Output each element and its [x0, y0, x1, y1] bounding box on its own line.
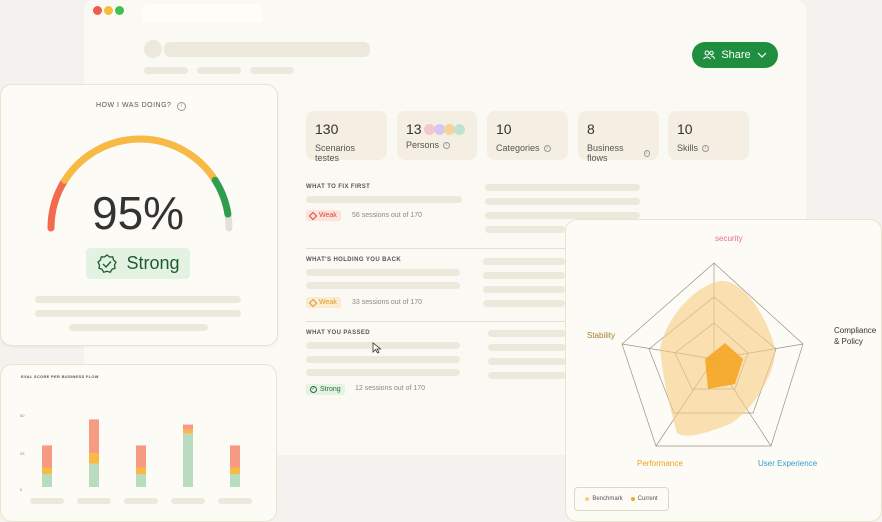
stat-label: Scenarios testes	[315, 143, 356, 163]
bar-segment	[136, 474, 146, 487]
text-placeholder	[306, 196, 462, 203]
text-placeholder	[483, 286, 565, 293]
radar-axis-label-user-experience: User Experience	[758, 459, 818, 468]
text-placeholder	[306, 282, 460, 289]
info-icon[interactable]: i	[643, 149, 650, 157]
text-placeholder	[488, 372, 566, 379]
legend-item-current: Current	[630, 496, 658, 502]
radar-chart	[621, 262, 804, 447]
bar-segment	[42, 474, 52, 487]
stat-card-skills[interactable]: 10 Skills i	[668, 111, 749, 160]
bar-segment	[89, 419, 99, 454]
info-icon[interactable]: i	[702, 144, 710, 152]
text-placeholder	[306, 356, 460, 363]
check-circle-icon: ✓	[310, 386, 317, 393]
radar-axis-label-performance: Performance	[637, 459, 683, 468]
share-button[interactable]: Share	[692, 42, 778, 68]
info-icon[interactable]: i	[443, 141, 451, 149]
stat-label: Categories i	[496, 143, 559, 153]
text-placeholder	[485, 198, 640, 205]
avatar	[433, 123, 445, 135]
sessions-count: 33 sessions out of 170	[352, 299, 423, 306]
x-label-placeholder	[218, 498, 252, 504]
bar-segment	[136, 445, 146, 468]
eval-bar-chart	[30, 419, 252, 504]
legend-item-benchmark: Benchmark	[585, 496, 623, 502]
text-placeholder	[488, 358, 566, 365]
bar-segment	[89, 463, 99, 487]
legend-swatch	[630, 497, 635, 501]
section-title-fix: WHAT TO FIX FIRST	[306, 184, 371, 190]
radar-axis-label-stability: Stability	[587, 331, 616, 340]
stat-value: 10	[677, 121, 693, 137]
bar-segment	[230, 474, 240, 487]
strong-badge: ✓ Strong	[306, 384, 345, 395]
bar-segment	[230, 467, 240, 474]
sessions-count: 12 sessions out of 170	[355, 385, 426, 392]
text-placeholder	[485, 226, 565, 233]
bar-segment	[183, 424, 193, 430]
legend-swatch	[585, 497, 590, 501]
text-placeholder	[483, 272, 565, 279]
stat-label: Skills i	[677, 143, 740, 153]
bar-segment	[230, 445, 240, 468]
stat-card-categories[interactable]: 10 Categories i	[487, 111, 568, 160]
radar-axis-label-compliance: Compliance & Policy	[834, 326, 877, 346]
warning-diamond-icon	[308, 298, 318, 307]
x-label-placeholder	[30, 498, 64, 504]
x-label-placeholder	[124, 498, 158, 504]
divider	[306, 248, 566, 249]
section-title-passed: WHAT YOU PASSED	[306, 330, 371, 336]
bar-segment	[183, 433, 193, 487]
stat-card-scenarios[interactable]: 130 Scenarios testes	[306, 111, 387, 163]
x-label-placeholder	[171, 498, 205, 504]
sessions-count: 56 sessions out of 170	[352, 212, 423, 219]
chevron-down-icon	[757, 52, 767, 58]
stat-label: Persons i	[406, 140, 468, 150]
stat-value: 8	[587, 121, 595, 137]
text-placeholder	[488, 344, 566, 351]
bar-segment	[136, 467, 146, 474]
text-placeholder	[488, 330, 566, 337]
bar-segment	[42, 467, 52, 474]
text-placeholder	[485, 184, 640, 191]
stat-value: 10	[496, 121, 512, 137]
stat-label: Business flows i	[587, 143, 650, 163]
divider	[306, 321, 566, 322]
text-placeholder	[485, 212, 640, 219]
bar-segment	[42, 445, 52, 468]
warning-diamond-icon	[308, 211, 318, 220]
text-placeholder	[306, 269, 460, 276]
radar-axis-label-security: security	[715, 234, 743, 243]
bar-segment	[183, 429, 193, 434]
share-label: Share	[721, 49, 751, 61]
weak-badge: Weak	[306, 210, 341, 221]
stat-value: 13	[406, 121, 422, 137]
bar-segment	[89, 453, 99, 464]
avatar	[453, 123, 465, 135]
stat-value: 130	[315, 121, 339, 137]
avatar	[443, 123, 455, 135]
users-icon	[703, 50, 716, 60]
text-placeholder	[306, 342, 460, 349]
text-placeholder	[483, 258, 565, 265]
weak-badge: Weak	[306, 297, 341, 308]
x-label-placeholder	[77, 498, 111, 504]
radar-legend: Benchmark Current	[574, 487, 669, 511]
stat-card-business-flows[interactable]: 8 Business flows i	[578, 111, 659, 163]
text-placeholder	[306, 369, 460, 376]
text-placeholder	[483, 300, 565, 307]
mouse-pointer-icon	[372, 342, 382, 354]
avatar	[423, 123, 435, 135]
stat-card-persons[interactable]: 13 Persons i	[397, 111, 477, 160]
section-title-holding: WHAT'S HOLDING YOU BACK	[306, 257, 402, 263]
info-icon[interactable]: i	[543, 144, 551, 152]
